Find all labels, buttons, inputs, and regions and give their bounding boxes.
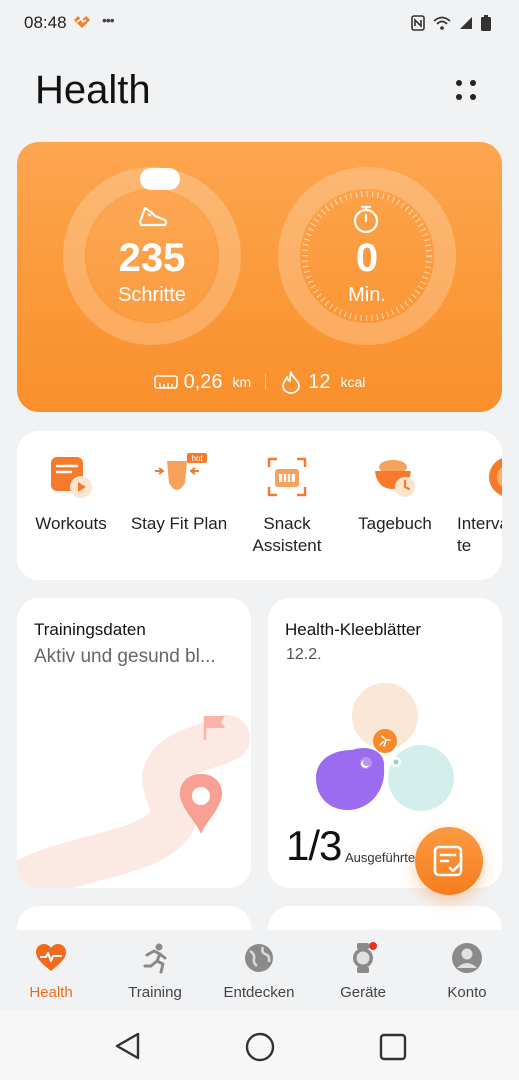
- account-icon: [451, 942, 483, 974]
- card-title: Trainingsdaten: [34, 620, 146, 639]
- bottom-navigation: Health Training Entdecken Geräte Konto: [0, 930, 519, 1010]
- nav-label: Konto: [447, 984, 487, 1001]
- road-illustration: [17, 715, 250, 888]
- activity-stats: 0,26 km 12 kcal: [17, 370, 502, 394]
- nav-label: Geräte: [340, 984, 386, 1001]
- health-app-notification-icon: [72, 14, 92, 35]
- diary-bowl-icon: [371, 453, 419, 501]
- quick-action-label: Snack Assistent: [252, 514, 322, 555]
- stay-fit-icon: hot: [155, 453, 207, 501]
- dot: [456, 80, 462, 86]
- training-data-card[interactable]: Trainingsdaten Aktiv und gesund bl...: [17, 598, 251, 888]
- card-subtitle: Aktiv und gesund bl...: [34, 646, 216, 667]
- workout-play-icon: [47, 453, 95, 501]
- shoe-icon: [138, 206, 168, 227]
- nfc-icon: [411, 15, 425, 31]
- stopwatch-icon: [353, 205, 379, 234]
- home-icon[interactable]: [245, 1032, 275, 1062]
- clover-fraction: 1/3: [286, 822, 342, 869]
- card-title: Health-Kleeblätter: [285, 620, 422, 639]
- calories-unit: kcal: [340, 374, 366, 390]
- steps-label: Schritte: [118, 284, 186, 306]
- status-time: 08:48: [24, 13, 67, 32]
- quick-action-interval[interactable]: Interva te: [449, 453, 502, 557]
- nav-item-konto[interactable]: Konto: [417, 942, 517, 1001]
- page-title: Health: [35, 68, 151, 112]
- system-navigation-bar: [0, 1010, 519, 1080]
- globe-icon: [243, 942, 275, 974]
- runner-icon: [139, 942, 171, 974]
- dot: [470, 94, 476, 100]
- quick-actions-card: Workouts hot Stay Fit Plan Snack Assiste…: [17, 431, 502, 580]
- quick-action-label: Stay Fit Plan: [130, 514, 228, 533]
- status-icons: [411, 15, 491, 31]
- status-bar: 08:48 •••: [0, 0, 519, 48]
- minutes-value: 0: [355, 236, 379, 280]
- nav-label: Training: [128, 984, 182, 1001]
- more-options-button[interactable]: [448, 72, 484, 108]
- heart-icon: [35, 942, 67, 974]
- more-notifications-icon: •••: [102, 12, 115, 28]
- quick-action-workouts[interactable]: Workouts: [17, 453, 125, 535]
- nav-label: Health: [29, 984, 73, 1001]
- clover-chart: [316, 683, 454, 811]
- distance-unit: km: [232, 374, 252, 390]
- quick-action-stay-fit-plan[interactable]: hot Stay Fit Plan: [125, 453, 233, 535]
- nav-item-health[interactable]: Health: [1, 942, 101, 1001]
- distance-value: 0,26: [183, 370, 223, 393]
- nav-item-geraete[interactable]: Geräte: [313, 942, 413, 1001]
- battery-icon: [481, 15, 491, 31]
- dot: [456, 94, 462, 100]
- wifi-icon: [433, 16, 451, 30]
- signal-icon: [460, 17, 472, 29]
- distance-stat: 0,26 km: [153, 370, 252, 394]
- quick-action-snack-assistent[interactable]: Snack Assistent: [233, 453, 341, 557]
- activity-summary-card[interactable]: 235 Schritte 0 Min. 0,26 km 12 kcal: [17, 142, 502, 412]
- steps-value: 235: [118, 236, 186, 280]
- quick-action-label: Tagebuch: [358, 514, 432, 533]
- divider: [265, 374, 267, 390]
- nav-item-entdecken[interactable]: Entdecken: [209, 942, 309, 1001]
- watch-icon: [347, 942, 379, 974]
- clover-fraction-label: Ausgeführte: [345, 850, 416, 865]
- minutes-label: Min.: [348, 284, 386, 306]
- nav-label: Entdecken: [223, 984, 295, 1001]
- recent-apps-icon[interactable]: [379, 1033, 407, 1061]
- calories-value: 12: [308, 370, 331, 393]
- nav-item-training[interactable]: Training: [105, 942, 205, 1001]
- back-icon[interactable]: [114, 1032, 142, 1060]
- checklist-icon: [433, 845, 463, 877]
- snack-scan-icon: [263, 453, 311, 501]
- card-date: 12.2.: [286, 646, 322, 663]
- hot-badge: hot: [191, 454, 203, 463]
- ruler-icon: [153, 375, 178, 389]
- quick-action-label: Workouts: [35, 514, 107, 533]
- calories-stat: 12 kcal: [280, 370, 365, 394]
- flame-icon: [282, 371, 301, 394]
- quick-action-tagebuch[interactable]: Tagebuch: [341, 453, 449, 535]
- quick-action-label: Interva te: [457, 514, 502, 555]
- record-fab-button[interactable]: [415, 827, 483, 895]
- dot: [470, 80, 476, 86]
- interval-icon: [479, 453, 502, 501]
